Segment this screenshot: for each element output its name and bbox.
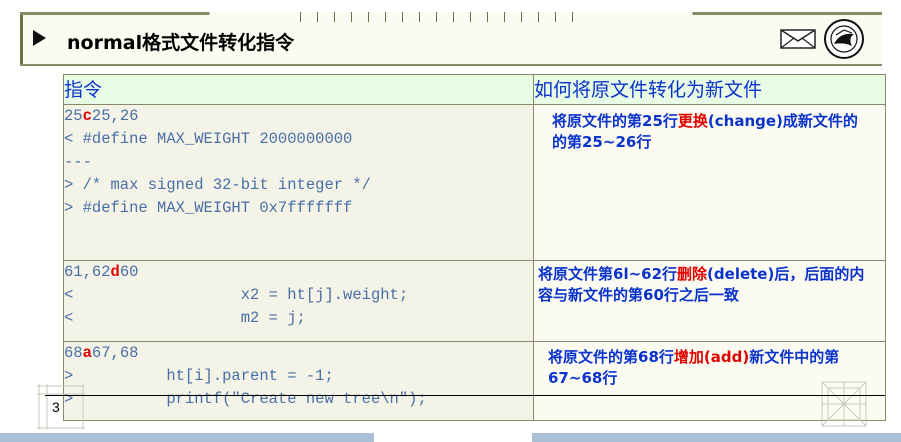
- code-cell: 61,62d60 < x2 = ht[j].weight; < m2 = j;: [63, 260, 534, 342]
- description-cell: 将原文件的第25行更换(change)成新文件的的第25~26行: [533, 104, 886, 261]
- description-part: 将原文件的第68行: [548, 348, 674, 366]
- banner-bottom-line: [20, 64, 882, 66]
- envelope-icon[interactable]: [779, 26, 819, 52]
- description-text: 将原文件的第25行更换(change)成新文件的的第25~26行: [534, 105, 885, 153]
- code-line: > /* max signed 32-bit integer */: [64, 176, 371, 194]
- code-line: < x2 = ht[j].weight;: [64, 286, 409, 304]
- description-highlight: 更换: [677, 112, 708, 130]
- code-line: < m2 = j;: [64, 309, 306, 327]
- description-part: 将原文件第6l~62行: [538, 265, 678, 283]
- line-range: 25: [64, 107, 83, 125]
- code-line: 25c25,26: [64, 105, 533, 128]
- slide-title: normal格式文件转化指令: [67, 32, 295, 54]
- code-line: 68a67,68: [64, 342, 533, 365]
- description-part: 将原文件的第25行: [552, 112, 678, 130]
- line-range: 25,26: [91, 107, 139, 125]
- diff-instruction-table: 指令 如何将原文件转化为新文件 25c25,26 < #define MAX_W…: [63, 74, 886, 421]
- code-line: ---: [64, 153, 92, 171]
- university-seal-icon: [824, 19, 864, 59]
- table-row: 61,62d60 < x2 = ht[j].weight; < m2 = j; …: [63, 260, 886, 342]
- code-cell: 25c25,26 < #define MAX_WEIGHT 2000000000…: [63, 104, 534, 261]
- column-header-instruction: 指令: [63, 74, 534, 105]
- slide-number: 3: [52, 399, 60, 415]
- table-row: 25c25,26 < #define MAX_WEIGHT 2000000000…: [63, 104, 886, 261]
- code-line: < #define MAX_WEIGHT 2000000000: [64, 130, 353, 148]
- line-range: 67,68: [91, 344, 139, 362]
- description-text: 将原文件第6l~62行删除(delete)后，后面的内容与新文件的第60行之后一…: [534, 261, 885, 306]
- code-line: > printf("Create new tree\n");: [64, 390, 427, 408]
- code-line: 61,62d60: [64, 261, 533, 284]
- table-row: 68a67,68 > ht[i].parent = -1; > printf("…: [63, 341, 886, 421]
- bottom-bar: [532, 433, 901, 442]
- line-range: 68: [64, 344, 83, 362]
- code-line: > #define MAX_WEIGHT 0x7fffffff: [64, 199, 353, 217]
- command-letter: a: [82, 344, 92, 362]
- description-highlight: 增加(add): [673, 348, 750, 366]
- line-range: 61,62: [64, 263, 111, 281]
- code-cell: 68a67,68 > ht[i].parent = -1; > printf("…: [63, 341, 534, 421]
- bullet-arrow-icon: [33, 30, 46, 46]
- column-header-conversion: 如何将原文件转化为新文件: [533, 74, 886, 105]
- command-letter: c: [82, 107, 92, 125]
- corner-ornament-icon: [37, 384, 85, 430]
- bottom-bar: [0, 433, 374, 442]
- description-highlight: 删除: [677, 265, 708, 283]
- command-letter: d: [110, 263, 120, 281]
- line-range: 60: [119, 263, 139, 281]
- footer-line: [45, 395, 885, 396]
- ruler-ticks: [300, 12, 580, 22]
- description-cell: 将原文件第6l~62行删除(delete)后，后面的内容与新文件的第60行之后一…: [533, 260, 886, 342]
- code-line: > ht[i].parent = -1;: [64, 367, 334, 385]
- corner-ornament-icon: [821, 381, 867, 427]
